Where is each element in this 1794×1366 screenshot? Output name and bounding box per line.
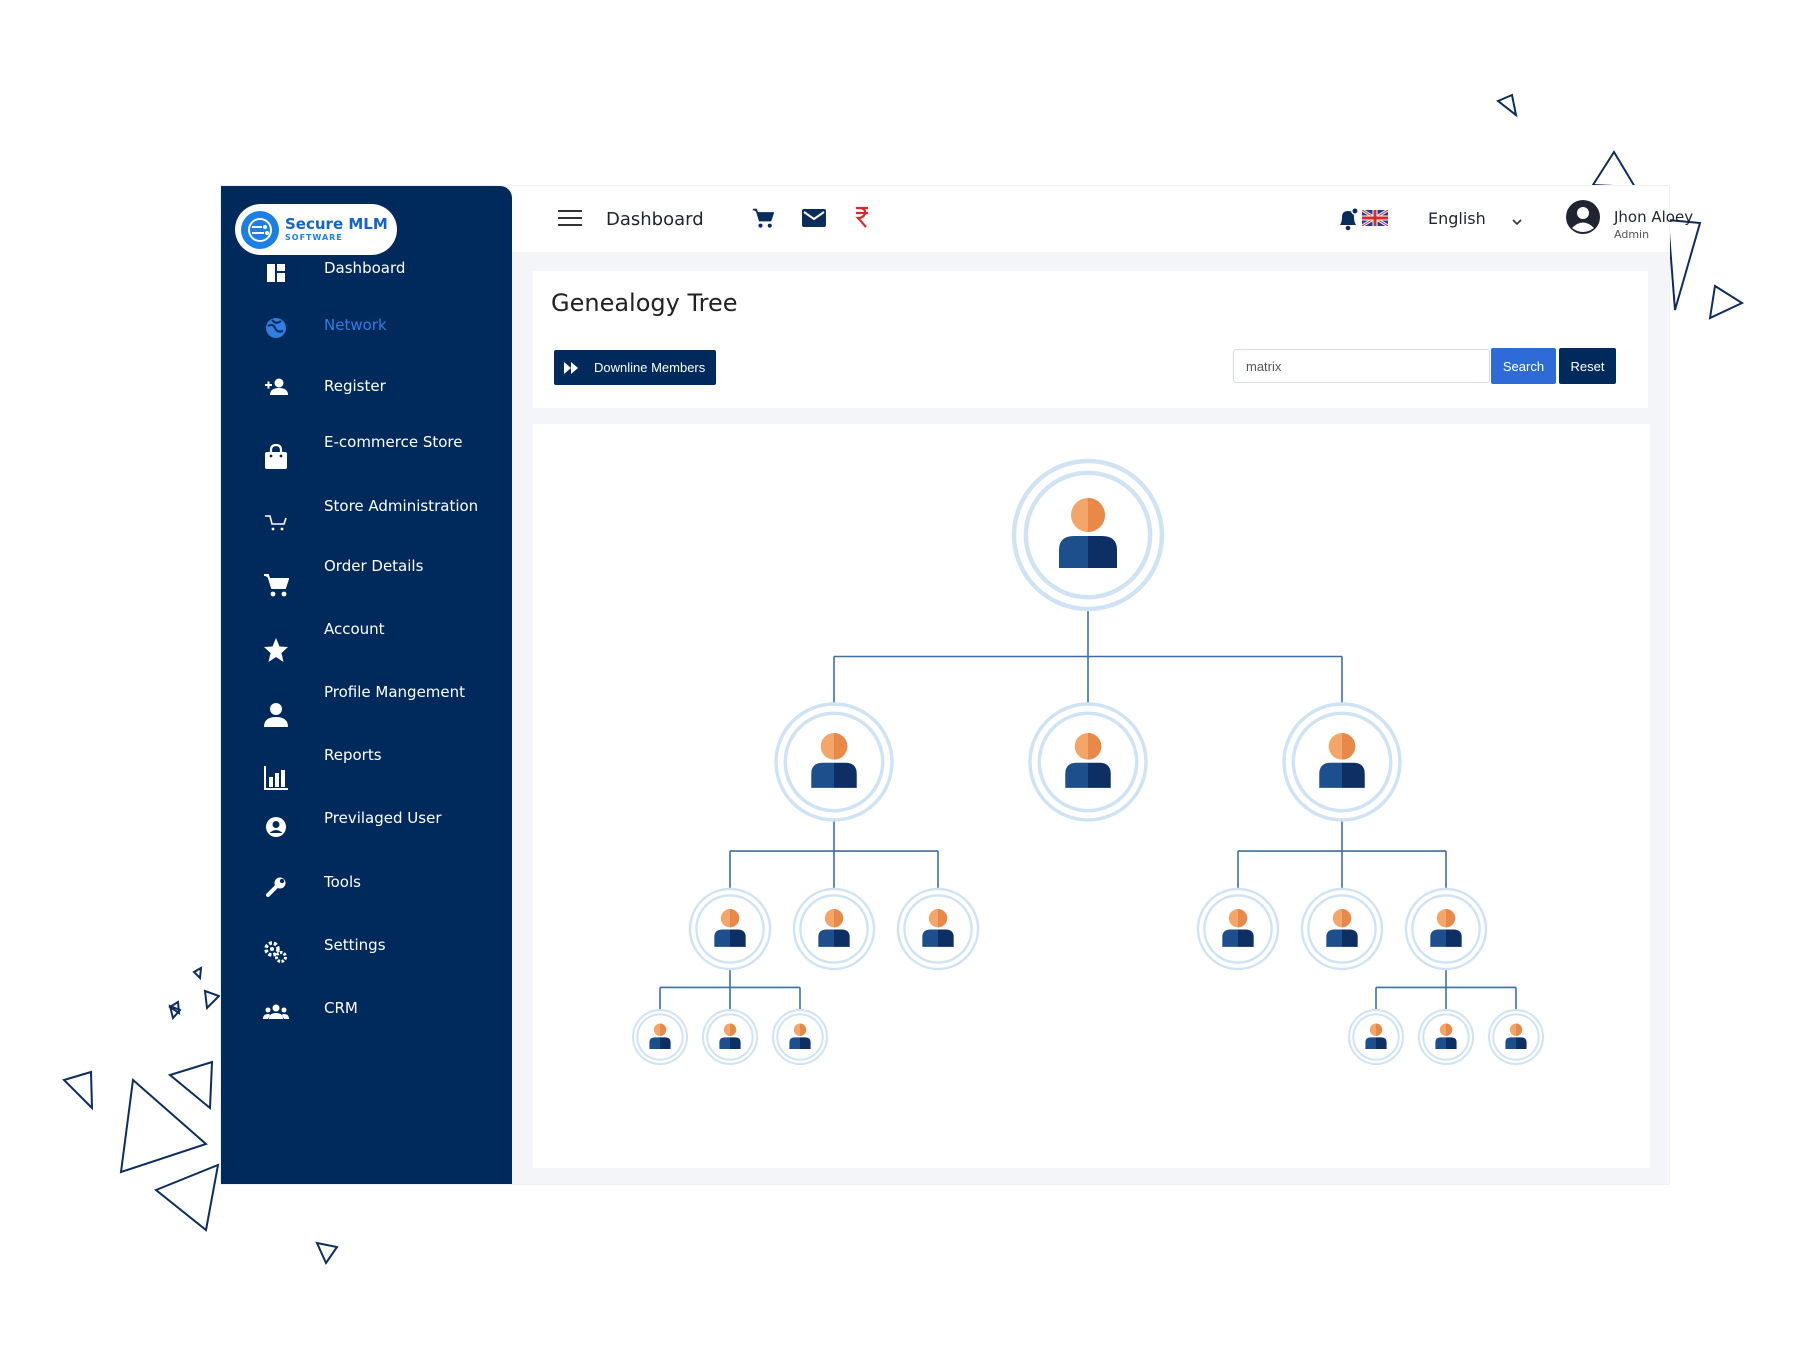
tree-node[interactable] [772, 1009, 828, 1065]
sidebar-item-label: Register [324, 377, 386, 395]
genealogy-tree-card [533, 424, 1650, 1168]
sidebar-item-label: Tools [324, 873, 361, 891]
store-cart-icon [263, 509, 289, 535]
tree-node[interactable] [774, 702, 894, 822]
genealogy-tree [632, 458, 1544, 1065]
user-name[interactable]: Jhon Aloey [1614, 208, 1693, 226]
sidebar-item-label: Account [324, 620, 385, 638]
sidebar-item-crm[interactable]: CRM [221, 998, 512, 1038]
genealogy-header-card: Genealogy Tree Downline Members Search R… [533, 271, 1648, 408]
brand-tagline: SOFTWARE [285, 233, 343, 242]
brand-logo[interactable]: Secure MLM SOFTWARE [235, 204, 397, 255]
sidebar-item-network[interactable]: Network [221, 307, 512, 347]
sidebar-item-settings[interactable]: Settings [221, 935, 512, 975]
sidebar-item-label: E-commerce Store [324, 433, 463, 451]
shopping-bag-icon [263, 444, 289, 470]
sidebar-item-store-administration[interactable]: Store Administration [221, 491, 512, 531]
sidebar-item-profile-management[interactable]: Profile Mangement [221, 682, 512, 727]
sidebar-item-label: Profile Mangement [324, 683, 466, 701]
tree-node[interactable] [1418, 1009, 1474, 1065]
user-role: Admin [1614, 228, 1650, 241]
sidebar-item-register[interactable]: Register [221, 370, 512, 410]
add-user-icon [263, 374, 289, 400]
tree-node[interactable] [1011, 458, 1165, 612]
menu-icon[interactable] [558, 209, 582, 232]
chevron-down-icon[interactable] [1512, 214, 1522, 232]
mail-icon[interactable] [802, 209, 826, 232]
tree-node[interactable] [1196, 887, 1280, 971]
wrench-icon [263, 874, 289, 900]
cart-icon[interactable] [752, 207, 775, 234]
bar-chart-icon [263, 765, 289, 791]
search-input[interactable] [1233, 349, 1490, 383]
tree-node[interactable] [632, 1009, 688, 1065]
top-bar: Dashboard English Jhon Aloey Admin [512, 186, 1693, 252]
bell-icon[interactable] [1337, 207, 1359, 236]
downline-members-label: Downline Members [594, 360, 706, 375]
tree-node[interactable] [1282, 702, 1402, 822]
sidebar-item-privileged-user[interactable]: Previlaged User [221, 808, 512, 848]
star-icon [263, 637, 289, 663]
brand-name: Secure MLM [285, 215, 388, 233]
uk-flag-icon[interactable] [1361, 208, 1389, 231]
tree-node[interactable] [1028, 702, 1148, 822]
sidebar-item-label: Store Administration [324, 497, 479, 515]
sidebar-item-label: Network [324, 316, 387, 334]
sidebar-item-tools[interactable]: Tools [221, 872, 512, 912]
downline-members-button[interactable]: Downline Members [554, 350, 716, 385]
dashboard-icon [263, 260, 289, 286]
sidebar: Secure MLM SOFTWARE Dashboard Network Re… [221, 186, 512, 1184]
tree-node[interactable] [1404, 887, 1488, 971]
cart-icon [263, 572, 289, 598]
sidebar-item-ecommerce-store[interactable]: E-commerce Store [221, 426, 512, 469]
page-title: Genealogy Tree [551, 289, 738, 317]
logo-mark-icon [241, 210, 279, 249]
fast-forward-icon [564, 361, 578, 374]
gears-icon [263, 939, 289, 965]
sidebar-item-label: CRM [324, 999, 358, 1017]
sidebar-item-label: Reports [324, 746, 382, 764]
app-window: Secure MLM SOFTWARE Dashboard Network Re… [221, 186, 1693, 1184]
network-globe-icon [263, 315, 289, 341]
sidebar-item-order-details[interactable]: Order Details [221, 556, 512, 598]
person-icon [263, 702, 289, 728]
tree-node[interactable] [702, 1009, 758, 1065]
search-button[interactable]: Search [1491, 348, 1556, 384]
sidebar-item-reports[interactable]: Reports [221, 745, 512, 790]
tree-node[interactable] [896, 887, 980, 971]
tree-node[interactable] [688, 887, 772, 971]
sidebar-item-label: Previlaged User [324, 809, 442, 827]
tree-node[interactable] [1348, 1009, 1404, 1065]
tree-node[interactable] [792, 887, 876, 971]
account-circle-icon [263, 814, 289, 840]
header-title[interactable]: Dashboard [606, 209, 704, 230]
language-selector[interactable]: English [1428, 209, 1486, 228]
sidebar-item-label: Order Details [324, 557, 424, 575]
rupee-icon[interactable] [855, 206, 869, 233]
tree-node[interactable] [1488, 1009, 1544, 1065]
avatar[interactable] [1566, 200, 1600, 239]
group-icon [263, 999, 289, 1025]
sidebar-item-dashboard[interactable]: Dashboard [221, 250, 512, 290]
reset-button[interactable]: Reset [1559, 348, 1616, 384]
tree-node[interactable] [1300, 887, 1384, 971]
sidebar-item-account[interactable]: Account [221, 619, 512, 662]
sidebar-item-label: Dashboard [324, 259, 406, 277]
sidebar-item-label: Settings [324, 936, 386, 954]
